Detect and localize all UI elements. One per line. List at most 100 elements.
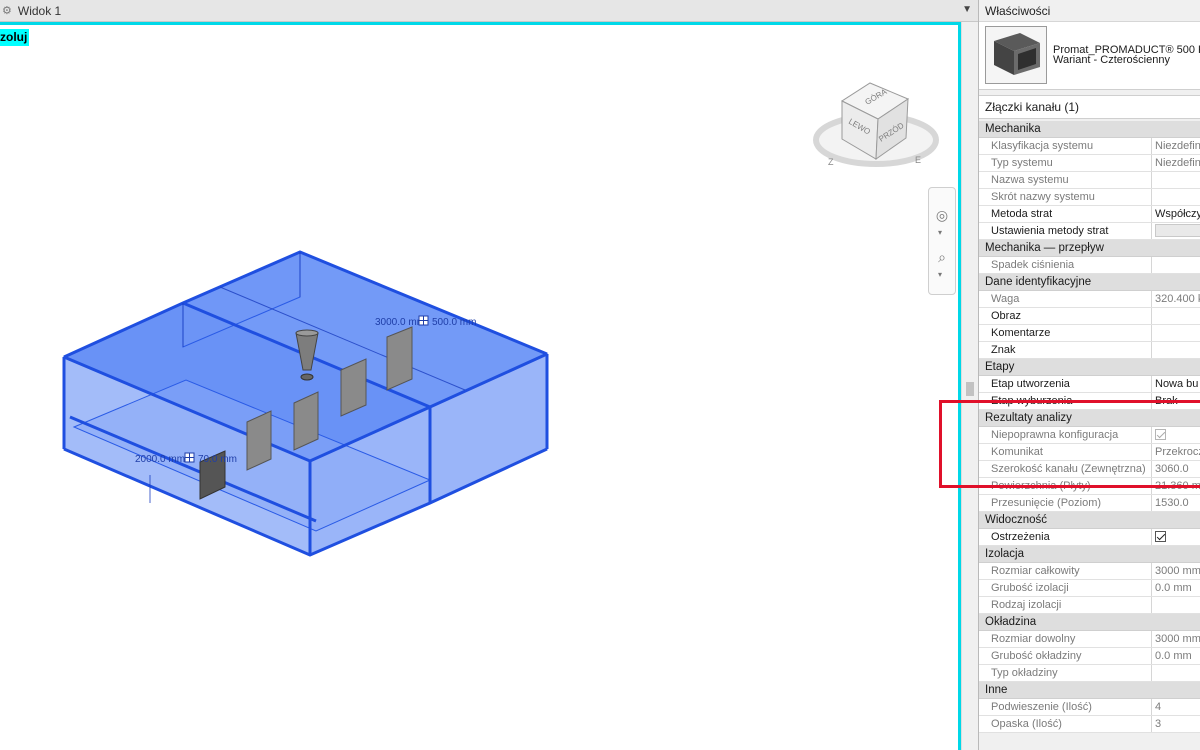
property-row[interactable]: Klasyfikacja systemu Niezdefin [979, 138, 1200, 155]
property-value[interactable] [1152, 342, 1200, 358]
property-value[interactable] [1152, 308, 1200, 324]
property-row[interactable]: Niepoprawna konfiguracja [979, 427, 1200, 444]
property-label: Szerokość kanału (Zewnętrzna) [979, 461, 1152, 477]
property-value [1152, 665, 1200, 681]
properties-panel: Właściwości Promat_PROMADUCT® 500 K Wari… [978, 0, 1200, 750]
property-label: Klasyfikacja systemu [979, 138, 1152, 154]
property-row[interactable]: Spadek ciśnienia [979, 257, 1200, 274]
property-checkbox[interactable] [1155, 531, 1166, 542]
compass-s: Z [828, 157, 834, 167]
group-header[interactable]: Izolacja [979, 546, 1200, 563]
group-header[interactable]: Dane identyfikacyjne [979, 274, 1200, 291]
chevron-down-icon[interactable]: ▾ [938, 270, 942, 279]
view-menu-icon[interactable]: ▼ [962, 4, 972, 15]
group-header[interactable]: Inne [979, 682, 1200, 699]
view-scrollbar[interactable] [961, 22, 978, 750]
viewcube[interactable]: Z E GÓRA LEWO PRZÓD [813, 82, 939, 167]
properties-grid: Mechanika Klasyfikacja systemu Niezdefin Ty… [979, 121, 1200, 733]
zoom-icon[interactable]: ⌕ [933, 248, 951, 266]
property-row[interactable]: Szerokość kanału (Zewnętrzna) 3060.0 [979, 461, 1200, 478]
property-value[interactable] [1152, 325, 1200, 341]
property-value: Przekrocz [1155, 446, 1200, 458]
property-value[interactable] [1152, 223, 1200, 239]
property-row[interactable]: Waga 320.400 k [979, 291, 1200, 308]
group-header[interactable]: Okładzina [979, 614, 1200, 631]
navigation-bar: ◎ ▾ ⌕ ▾ [928, 187, 956, 295]
dim-top-right-text: 500.0 mm [432, 317, 476, 328]
property-row[interactable]: Metoda strat Współczy [979, 206, 1200, 223]
chevron-down-icon[interactable]: ▾ [938, 228, 942, 237]
property-label: Etap utworzenia [979, 376, 1152, 392]
property-label: Ostrzeżenia [979, 529, 1152, 545]
property-label: Rozmiar dowolny [979, 631, 1152, 647]
property-value [1152, 189, 1200, 205]
view-title: Widok 1 [17, 3, 62, 18]
type-variant: Wariant - Czterościenny [1053, 54, 1170, 66]
duct-model[interactable]: Z E GÓRA LEWO PRZÓD 3000.0 mm 500.0 mm 2… [0, 25, 958, 750]
dim-left-text: 2000.0 mm [135, 454, 185, 465]
property-row[interactable]: Rozmiar całkowity 3000 mm [979, 563, 1200, 580]
edit-button[interactable] [1155, 224, 1200, 237]
compass-e: E [915, 155, 921, 165]
property-value: 3000 mm [1155, 633, 1200, 645]
property-row[interactable]: Etap utworzenia Nowa bu [979, 376, 1200, 393]
property-value: 3 [1155, 718, 1162, 730]
property-row[interactable]: Ostrzeżenia [979, 529, 1200, 546]
instance-filter[interactable]: Złączki kanału (1) [979, 95, 1200, 119]
property-value: Niezdefin [1155, 157, 1200, 169]
group-header[interactable]: Widoczność [979, 512, 1200, 529]
property-row[interactable]: Typ systemu Niezdefin [979, 155, 1200, 172]
group-header[interactable]: Mechanika — przepływ [979, 240, 1200, 257]
property-row[interactable]: Rodzaj izolacji [979, 597, 1200, 614]
property-label: Waga [979, 291, 1152, 307]
property-row[interactable]: Typ okładziny [979, 665, 1200, 682]
property-value [1152, 427, 1200, 443]
3d-viewport[interactable]: zoluj Z E GÓRA LEWO PRZÓD 3000.0 mm 500.… [0, 22, 961, 750]
dim-top-left-text: 3000.0 mm [375, 317, 425, 328]
property-value [1152, 172, 1200, 188]
property-label: Rodzaj izolacji [979, 597, 1152, 613]
property-row[interactable]: Skrót nazwy systemu [979, 189, 1200, 206]
property-label: Rozmiar całkowity [979, 563, 1152, 579]
property-value[interactable]: Brak [1152, 393, 1200, 409]
property-row[interactable]: Komentarze [979, 325, 1200, 342]
property-value: 3000 mm [1155, 565, 1200, 577]
property-checkbox [1155, 429, 1166, 440]
property-row[interactable]: Obraz [979, 308, 1200, 325]
property-label: Znak [979, 342, 1152, 358]
type-selector[interactable]: Promat_PROMADUCT® 500 K Wariant - Cztero… [979, 22, 1200, 90]
property-value[interactable] [1152, 529, 1200, 545]
property-row[interactable]: Przesunięcie (Poziom) 1530.0 [979, 495, 1200, 512]
property-row[interactable]: Podwieszenie (Ilość) 4 [979, 699, 1200, 716]
view-scrollbar-thumb[interactable] [966, 382, 974, 396]
property-row[interactable]: Ustawienia metody strat [979, 223, 1200, 240]
property-label: Komunikat [979, 444, 1152, 460]
property-row[interactable]: Grubość okładziny 0.0 mm [979, 648, 1200, 665]
property-row[interactable]: Rozmiar dowolny 3000 mm [979, 631, 1200, 648]
group-header[interactable]: Rezultaty analizy [979, 410, 1200, 427]
property-row[interactable]: Opaska (Ilość) 3 [979, 716, 1200, 733]
duct-assembly[interactable] [62, 250, 549, 557]
property-row[interactable]: Etap wyburzenia Brak [979, 393, 1200, 410]
property-label: Niepoprawna konfiguracja [979, 427, 1152, 443]
property-label: Podwieszenie (Ilość) [979, 699, 1152, 715]
property-label: Grubość okładziny [979, 648, 1152, 664]
property-value[interactable]: Współczy [1152, 206, 1200, 222]
property-row[interactable]: Znak [979, 342, 1200, 359]
property-row[interactable]: Powierzchnia (Płyty) 21.360 m² [979, 478, 1200, 495]
property-value: 3060.0 [1155, 463, 1189, 475]
property-label: Metoda strat [979, 206, 1152, 222]
view-titlebar: ⚙ Widok 1 ▼ [0, 0, 978, 22]
group-header[interactable]: Mechanika [979, 121, 1200, 138]
property-row[interactable]: Grubość izolacji 0.0 mm [979, 580, 1200, 597]
property-label: Etap wyburzenia [979, 393, 1152, 409]
property-label: Grubość izolacji [979, 580, 1152, 596]
property-label: Opaska (Ilość) [979, 716, 1152, 732]
property-row[interactable]: Komunikat Przekrocz [979, 444, 1200, 461]
property-value [1152, 257, 1200, 273]
property-row[interactable]: Nazwa systemu [979, 172, 1200, 189]
steering-wheel-icon[interactable]: ◎ [933, 206, 951, 224]
property-value: 0.0 mm [1155, 582, 1192, 594]
group-header[interactable]: Etapy [979, 359, 1200, 376]
property-value[interactable]: Nowa bu [1152, 376, 1200, 392]
